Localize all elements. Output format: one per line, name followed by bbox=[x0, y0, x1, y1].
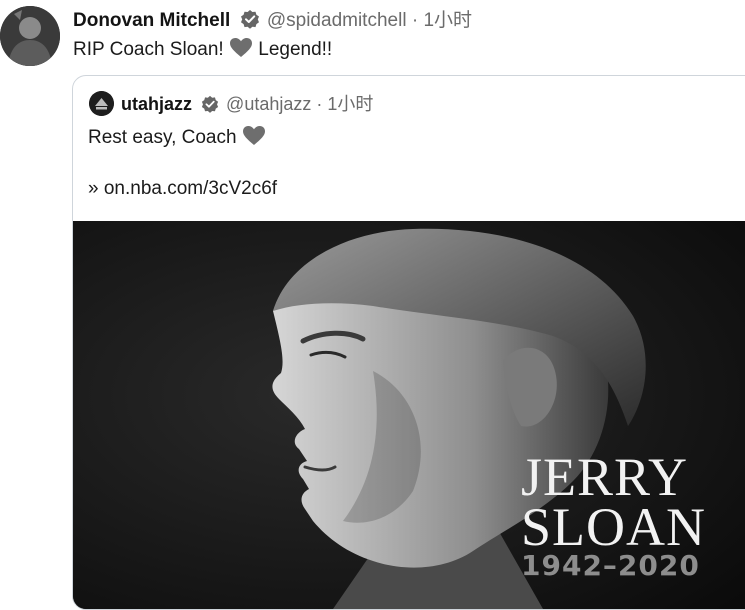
tweet-text-tail: Legend!! bbox=[258, 39, 333, 60]
quoted-link[interactable]: » on.nba.com/3cV2c6f bbox=[88, 177, 277, 201]
tweet-time[interactable]: 1小时 bbox=[423, 10, 472, 31]
verified-badge-icon bbox=[240, 9, 260, 36]
quoted-text: Rest easy, Coach bbox=[88, 125, 266, 153]
quoted-tweet-card[interactable]: utahjazz @utahjazz · 1小时 Rest easy, Coac… bbox=[72, 75, 745, 610]
quoted-text-main: Rest easy, Coach bbox=[88, 127, 237, 148]
quoted-handle[interactable]: @utahjazz bbox=[226, 94, 311, 114]
heart-icon bbox=[242, 125, 266, 153]
author-avatar[interactable] bbox=[0, 6, 60, 66]
avatar-photo bbox=[0, 6, 60, 66]
quoted-header: utahjazz @utahjazz · 1小时 bbox=[121, 92, 373, 119]
verified-badge-icon bbox=[201, 95, 219, 119]
author-name[interactable]: Donovan Mitchell bbox=[73, 10, 230, 31]
quoted-separator: · bbox=[316, 94, 323, 114]
tweet-text: RIP Coach Sloan! Legend!! bbox=[73, 37, 332, 65]
quoted-author-avatar bbox=[89, 91, 114, 116]
quoted-author-name[interactable]: utahjazz bbox=[121, 94, 192, 114]
tweet-text-main: RIP Coach Sloan! bbox=[73, 39, 224, 60]
heart-icon bbox=[229, 37, 253, 65]
author-handle[interactable]: @spidadmitchell bbox=[267, 10, 407, 31]
tweet-header: Donovan Mitchell @spidadmitchell · 1小时 bbox=[73, 9, 472, 36]
header-separator: · bbox=[411, 10, 419, 31]
quoted-time[interactable]: 1小时 bbox=[327, 94, 373, 114]
tribute-last-name: SLOAN bbox=[521, 497, 707, 557]
jazz-logo-icon bbox=[89, 91, 114, 116]
tribute-years: 1942–2020 bbox=[521, 549, 700, 582]
tribute-image[interactable]: JERRY SLOAN 1942–2020 bbox=[73, 221, 745, 609]
